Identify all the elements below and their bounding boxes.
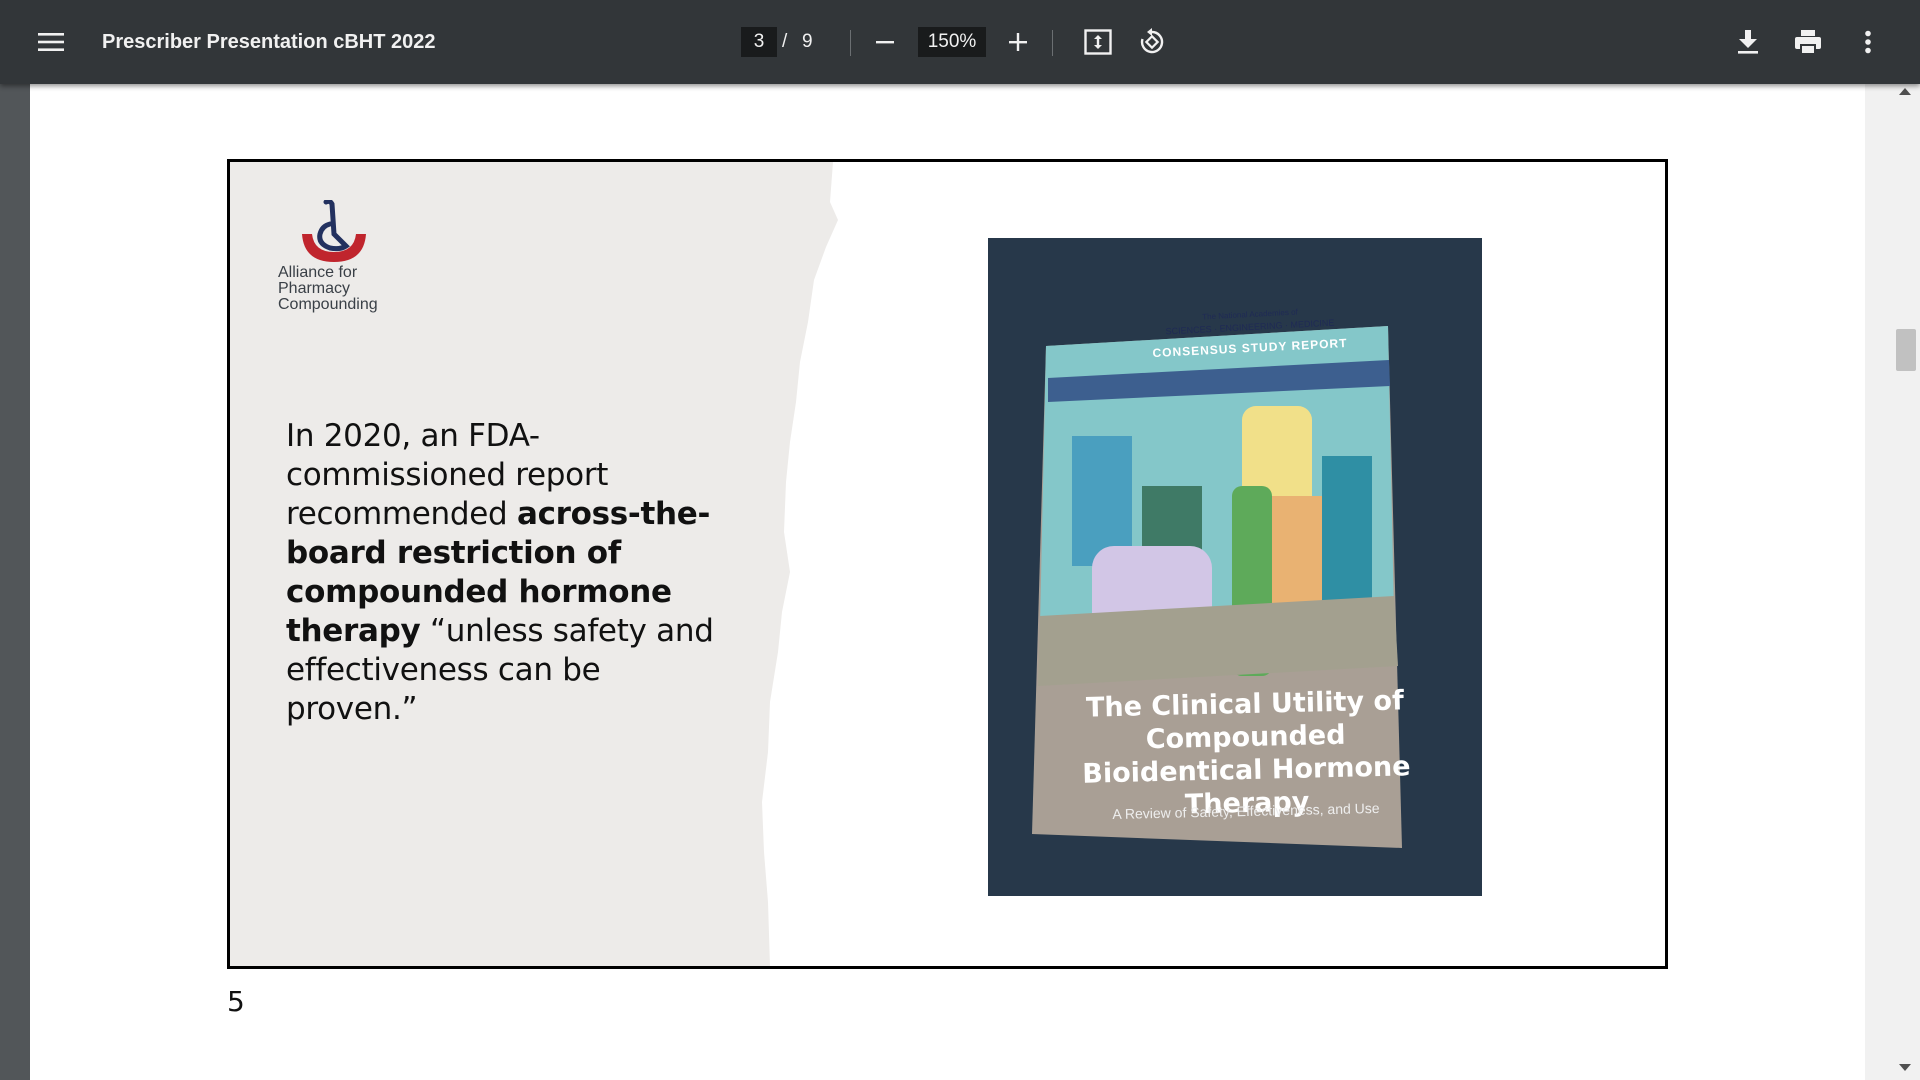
slide-page-number: 5 [227,985,245,1018]
download-icon[interactable] [1726,20,1770,64]
print-icon[interactable] [1786,20,1830,64]
current-page-input[interactable]: 3 [741,27,777,57]
fit-to-page-icon[interactable] [1076,20,1120,64]
slide-body-text: In 2020, an FDA-commissioned report reco… [286,417,726,729]
scroll-down-arrow-icon[interactable] [1899,1064,1911,1071]
slide-frame: Alliance for Pharmacy Compounding In 202… [227,159,1668,969]
logo-text-line: Compounding [278,296,378,313]
plus-icon[interactable] [996,20,1040,64]
page-separator: / [782,31,788,52]
scrollbar-thumb[interactable] [1896,329,1916,371]
toolbar-divider [1052,30,1053,56]
hamburger-menu-icon[interactable] [29,20,73,64]
logo-text-line: Alliance for [278,264,358,281]
alliance-logo-icon [302,200,366,262]
vertical-scrollbar[interactable] [1865,84,1920,1080]
more-vert-icon[interactable] [1846,20,1890,64]
rotate-icon[interactable] [1130,20,1174,64]
logo-text: Alliance for Pharmacy Compounding [278,265,378,313]
document-title: Prescriber Presentation cBHT 2022 [102,31,436,53]
total-pages: 9 [802,31,813,52]
scroll-up-arrow-icon[interactable] [1899,88,1911,95]
minus-icon[interactable] [863,20,907,64]
zoom-level-input[interactable]: 150% [918,27,986,57]
toolbar-divider [850,30,851,56]
logo-text-line: Pharmacy [278,280,351,297]
book-cover-photo: The National Academies of SCIENCES · ENG… [988,238,1482,896]
pdf-toolbar: Prescriber Presentation cBHT 2022 3 / 9 … [0,0,1920,84]
